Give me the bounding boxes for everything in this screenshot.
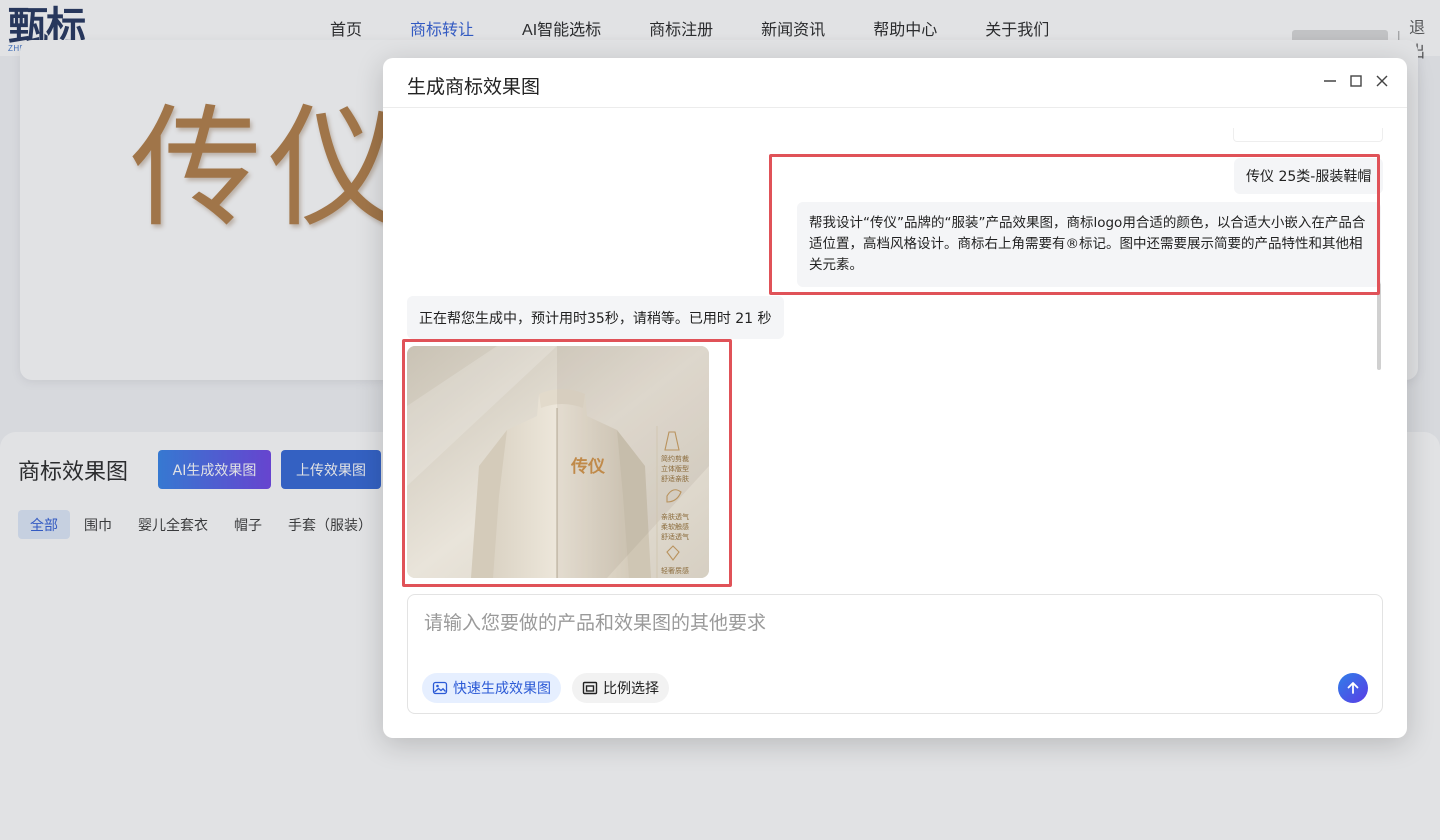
prompt-input-box: 快速生成效果图 比例选择 — [407, 594, 1383, 714]
generate-effect-modal: 生成商标效果图 传仪 25类-服装鞋帽 帮我设计“传仪”品牌的“服装”产品效果图… — [383, 58, 1407, 738]
prompt-input[interactable] — [424, 607, 1364, 639]
ratio-select-label: 比例选择 — [603, 681, 659, 697]
minimize-icon[interactable] — [1321, 72, 1339, 90]
modal-title: 生成商标效果图 — [407, 76, 541, 98]
user-message-highlight — [769, 154, 1380, 295]
generation-status-message: 正在帮您生成中，预计用时35秒，请稍等。已用时 21 秒 — [407, 296, 784, 339]
previous-message-edge — [1233, 128, 1383, 142]
chat-area[interactable]: 传仪 25类-服装鞋帽 帮我设计“传仪”品牌的“服装”产品效果图，商标logo用… — [383, 108, 1407, 594]
modal-header: 生成商标效果图 — [383, 58, 1407, 108]
quick-generate-chip[interactable]: 快速生成效果图 — [422, 673, 561, 703]
arrow-up-icon — [1347, 682, 1359, 694]
maximize-icon[interactable] — [1347, 72, 1365, 90]
aspect-ratio-icon — [582, 681, 598, 695]
close-icon[interactable] — [1373, 72, 1391, 90]
ratio-select-chip[interactable]: 比例选择 — [572, 673, 669, 703]
send-button[interactable] — [1338, 673, 1368, 703]
image-icon — [432, 681, 448, 695]
image-highlight — [402, 339, 732, 587]
quick-generate-label: 快速生成效果图 — [453, 681, 551, 697]
